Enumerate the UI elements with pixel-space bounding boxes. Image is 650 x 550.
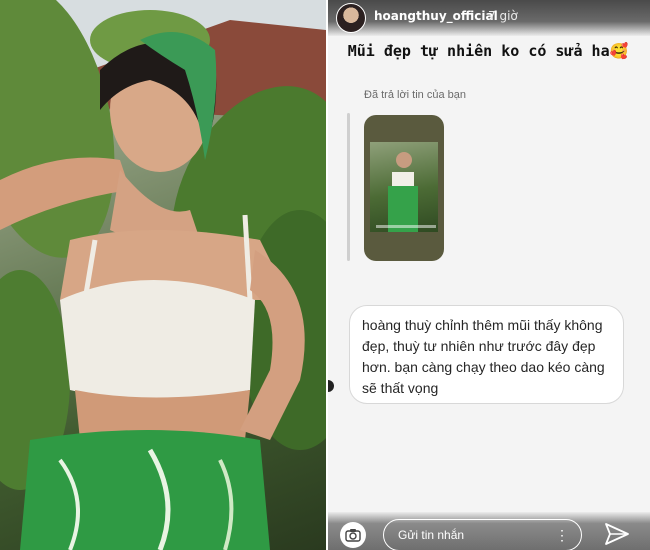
reply-input[interactable]: Gửi tin nhắn ⋮ [383, 519, 582, 550]
story-timestamp: 7 giờ [488, 9, 518, 23]
username[interactable]: hoangthuy_official [374, 9, 498, 23]
message-text: hoàng thuỳ chỉnh thêm mũi thấy không đẹp… [362, 317, 605, 396]
thumbnail-figure-head [396, 152, 412, 168]
reply-quote-bar [347, 113, 350, 261]
more-options-button[interactable]: ⋮ [555, 520, 569, 550]
story-header: hoangthuy_official 7 giờ [328, 0, 650, 36]
thumbnail-figure-top [392, 172, 414, 186]
reply-placeholder: Gửi tin nhắn [398, 528, 465, 542]
story-body [328, 36, 650, 512]
camera-button[interactable] [340, 522, 366, 548]
replied-story-thumbnail[interactable] [364, 115, 444, 261]
story-footer: Gửi tin nhắn ⋮ [328, 512, 650, 550]
reply-note: Đã trả lời tin của bạn [364, 89, 466, 101]
thumbnail-caption-mark [376, 225, 436, 228]
story-photo [0, 0, 326, 550]
story-panel: hoangthuy_official 7 giờ Mũi đẹp tự nhiê… [328, 0, 650, 550]
photo-illustration [0, 0, 326, 550]
story-caption: Mũi đẹp tự nhiên ko có sửa ha🥰 [347, 42, 629, 60]
message-bubble[interactable]: hoàng thuỳ chỉnh thêm mũi thấy không đẹp… [349, 305, 624, 404]
camera-icon [345, 529, 361, 542]
thumbnail-image [370, 142, 438, 232]
send-icon[interactable] [604, 522, 630, 546]
profile-avatar[interactable] [336, 3, 366, 33]
